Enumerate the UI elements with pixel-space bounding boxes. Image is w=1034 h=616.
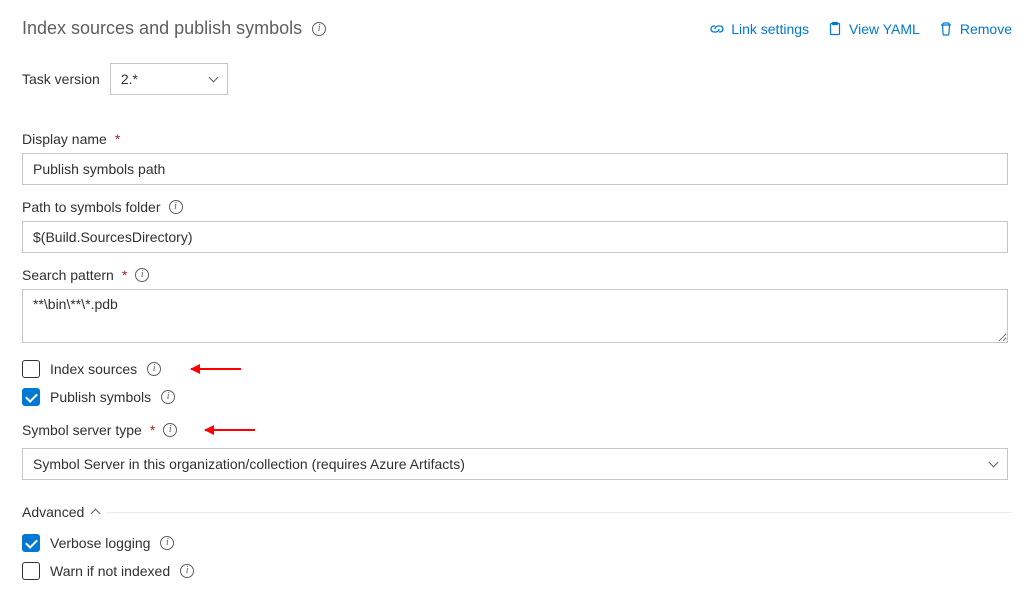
- verbose-logging-checkbox[interactable]: [22, 534, 40, 552]
- trash-icon: [938, 21, 954, 37]
- page-title-text: Index sources and publish symbols: [22, 18, 302, 39]
- publish-symbols-checkbox[interactable]: [22, 388, 40, 406]
- publish-symbols-label: Publish symbols: [50, 389, 151, 405]
- link-settings-label: Link settings: [731, 21, 809, 37]
- link-settings-button[interactable]: Link settings: [709, 21, 809, 37]
- search-pattern-input[interactable]: [22, 289, 1008, 343]
- chevron-down-icon: [208, 73, 218, 83]
- view-yaml-label: View YAML: [849, 21, 920, 37]
- info-icon[interactable]: i: [180, 564, 194, 578]
- page-title: Index sources and publish symbols i: [22, 18, 326, 39]
- info-icon[interactable]: i: [160, 536, 174, 550]
- task-version-value: 2.*: [121, 71, 138, 87]
- display-name-label: Display name *: [22, 131, 1012, 147]
- verbose-logging-label: Verbose logging: [50, 535, 150, 551]
- symbol-server-type-select[interactable]: Symbol Server in this organization/colle…: [22, 448, 1008, 480]
- index-sources-checkbox[interactable]: [22, 360, 40, 378]
- symbol-server-type-label: Symbol server type * i: [22, 422, 1012, 438]
- warn-if-not-indexed-label: Warn if not indexed: [50, 563, 170, 579]
- task-version-select[interactable]: 2.*: [110, 63, 228, 95]
- path-symbols-input[interactable]: [22, 221, 1008, 253]
- divider: [107, 512, 1012, 513]
- symbol-server-type-value: Symbol Server in this organization/colle…: [33, 456, 465, 472]
- advanced-title: Advanced: [22, 504, 84, 520]
- warn-if-not-indexed-checkbox[interactable]: [22, 562, 40, 580]
- remove-button[interactable]: Remove: [938, 21, 1012, 37]
- annotation-arrow: [191, 368, 241, 370]
- advanced-section-toggle[interactable]: Advanced: [22, 504, 1012, 520]
- info-icon[interactable]: i: [163, 423, 177, 437]
- info-icon[interactable]: i: [161, 390, 175, 404]
- chevron-down-icon: [989, 458, 999, 468]
- info-icon[interactable]: i: [147, 362, 161, 376]
- task-version-label: Task version: [22, 71, 100, 87]
- view-yaml-button[interactable]: View YAML: [827, 21, 920, 37]
- path-symbols-label: Path to symbols folder i: [22, 199, 1012, 215]
- link-icon: [709, 21, 725, 37]
- clipboard-icon: [827, 21, 843, 37]
- info-icon[interactable]: i: [312, 22, 326, 36]
- info-icon[interactable]: i: [169, 200, 183, 214]
- remove-label: Remove: [960, 21, 1012, 37]
- index-sources-label: Index sources: [50, 361, 137, 377]
- info-icon[interactable]: i: [135, 268, 149, 282]
- header-actions: Link settings View YAML Remove: [709, 21, 1012, 37]
- search-pattern-label: Search pattern * i: [22, 267, 1012, 283]
- chevron-up-icon: [91, 509, 101, 519]
- display-name-input[interactable]: [22, 153, 1008, 185]
- annotation-arrow: [205, 429, 255, 431]
